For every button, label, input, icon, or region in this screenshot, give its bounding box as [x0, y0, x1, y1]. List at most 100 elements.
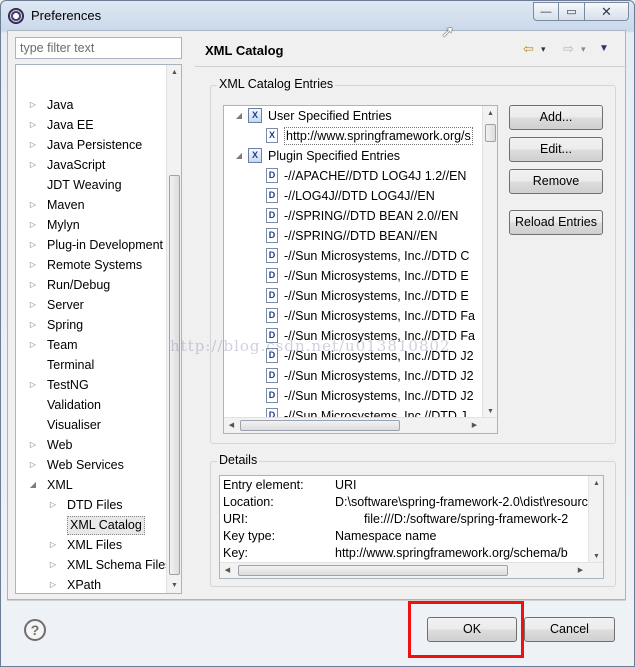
- preference-tree: ▷ Java ▷ Java EE ▷ Java Persistence ▷ JavaScrip…: [15, 64, 182, 594]
- remove-button[interactable]: Remove: [509, 169, 603, 194]
- page-title: XML Catalog: [205, 43, 284, 58]
- title-bar[interactable]: Preferences — ▭ ✕: [1, 1, 634, 31]
- tree-item-label: DTD Files: [67, 498, 123, 512]
- collapsed-arrow-icon[interactable]: ▷: [48, 555, 58, 575]
- details-value: URI: [335, 478, 357, 492]
- dtd-file-icon: D: [266, 248, 278, 263]
- details-value: D:\software\spring-framework-2.0\dist\re…: [335, 495, 602, 509]
- details-value: http://www.springframework.org/schema/b: [335, 546, 568, 560]
- footer-separator: [7, 600, 626, 601]
- help-icon[interactable]: ?: [24, 619, 46, 641]
- collapsed-arrow-icon[interactable]: ▷: [28, 275, 38, 295]
- minimize-button[interactable]: —: [533, 2, 559, 21]
- dtd-file-icon: D: [266, 268, 278, 283]
- close-button[interactable]: ✕: [585, 2, 629, 21]
- catalog-entry-label: http://www.springframework.org/s: [284, 127, 473, 145]
- collapsed-arrow-icon[interactable]: ▷: [28, 455, 38, 475]
- collapsed-arrow-icon[interactable]: ▷: [28, 335, 38, 355]
- catalog-entry-label: -//APACHE//DTD LOG4J 1.2//EN: [284, 169, 467, 183]
- title-separator: [195, 66, 627, 67]
- collapsed-arrow-icon[interactable]: ▷: [48, 535, 58, 555]
- edit-button[interactable]: Edit...: [509, 137, 603, 162]
- tree-item-label: XML Catalog: [67, 516, 145, 535]
- scroll-left-arrow-icon[interactable]: ◀: [220, 563, 235, 578]
- scroll-thumb[interactable]: [238, 565, 508, 576]
- maximize-button[interactable]: ▭: [559, 2, 585, 21]
- dtd-file-icon: D: [266, 168, 278, 183]
- details-key: Location:: [223, 495, 274, 509]
- scroll-up-arrow-icon[interactable]: ▲: [167, 65, 181, 80]
- dtd-file-icon: D: [266, 368, 278, 383]
- back-menu-icon[interactable]: ▾: [541, 41, 546, 57]
- tree-item-label: Plug-in Development: [47, 238, 164, 252]
- add-button[interactable]: Add...: [509, 105, 603, 130]
- tree-item-label: Visualiser: [47, 418, 101, 432]
- tree-item-label: JDT Weaving: [47, 178, 122, 192]
- view-menu-icon[interactable]: ▼: [599, 41, 609, 57]
- collapsed-arrow-icon[interactable]: ▷: [28, 95, 38, 115]
- details-label: Details: [217, 453, 260, 467]
- scroll-thumb[interactable]: [485, 124, 496, 142]
- details-horizontal-scrollbar[interactable]: ◀ ▶: [220, 562, 603, 578]
- collapsed-arrow-icon[interactable]: ▷: [28, 135, 38, 155]
- eclipse-icon: [8, 8, 24, 24]
- catalog-entries-label: XML Catalog Entries: [217, 77, 336, 91]
- forward-menu-icon[interactable]: ▾: [581, 41, 586, 57]
- back-arrow-icon[interactable]: ⇦: [523, 41, 534, 57]
- tree-item-label: Java Persistence: [47, 138, 143, 152]
- collapsed-arrow-icon[interactable]: ▷: [48, 575, 58, 593]
- scroll-thumb[interactable]: [169, 175, 180, 575]
- scroll-left-arrow-icon[interactable]: ◀: [224, 418, 239, 433]
- expanded-arrow-icon[interactable]: ◢: [28, 475, 38, 495]
- details-row: Entry element: URI: [223, 477, 583, 494]
- dtd-file-icon: D: [266, 188, 278, 203]
- tree-item-label: XPath: [67, 578, 102, 592]
- tree-item-label: Mylyn: [47, 218, 80, 232]
- reload-entries-button[interactable]: Reload Entries: [509, 210, 603, 235]
- expanded-arrow-icon[interactable]: ◢: [234, 146, 244, 166]
- scroll-up-arrow-icon[interactable]: ▲: [589, 476, 603, 491]
- collapsed-arrow-icon[interactable]: ▷: [28, 375, 38, 395]
- collapsed-arrow-icon[interactable]: ▷: [48, 495, 58, 515]
- catalog-entry-label: -//LOG4J//DTD LOG4J//EN: [284, 189, 435, 203]
- scroll-right-arrow-icon[interactable]: ▶: [573, 563, 588, 578]
- collapsed-arrow-icon[interactable]: ▷: [28, 195, 38, 215]
- filter-input[interactable]: type filter text: [15, 37, 182, 59]
- cancel-button[interactable]: Cancel: [524, 617, 615, 642]
- scroll-down-arrow-icon[interactable]: ▼: [167, 578, 181, 593]
- scroll-up-arrow-icon[interactable]: ▲: [483, 106, 497, 121]
- collapsed-arrow-icon[interactable]: ▷: [28, 295, 38, 315]
- tree-item-label: Spring: [47, 318, 84, 332]
- catalog-entry-label: Plugin Specified Entries: [268, 149, 401, 163]
- dtd-file-icon: D: [266, 288, 278, 303]
- details-row: URI: file:///D:/software/spring-framework…: [223, 511, 583, 528]
- collapsed-arrow-icon[interactable]: ▷: [28, 155, 38, 175]
- details-value: file:///D:/software/spring-framework-2: [364, 512, 569, 526]
- collapsed-arrow-icon[interactable]: ▷: [28, 115, 38, 135]
- expanded-arrow-icon[interactable]: ◢: [234, 106, 244, 126]
- entries-vertical-scrollbar[interactable]: ▲ ▼: [482, 106, 497, 419]
- details-value: Namespace name: [335, 529, 437, 543]
- collapsed-arrow-icon[interactable]: ▷: [28, 315, 38, 335]
- dtd-file-icon: D: [266, 228, 278, 243]
- collapsed-arrow-icon[interactable]: ▷: [28, 215, 38, 235]
- collapsed-arrow-icon[interactable]: ▷: [28, 235, 38, 255]
- scroll-thumb[interactable]: [240, 420, 400, 431]
- collapsed-arrow-icon[interactable]: ▷: [28, 435, 38, 455]
- tree-item-label: Remote Systems: [47, 258, 143, 272]
- collapsed-arrow-icon[interactable]: ▷: [28, 255, 38, 275]
- entries-horizontal-scrollbar[interactable]: ◀ ▶: [224, 417, 497, 433]
- tree-item-label: Maven: [47, 198, 85, 212]
- details-row: Location: D:\software\spring-framework-2.…: [223, 494, 601, 511]
- tree-item-label: Web: [47, 438, 73, 452]
- tree-item-label: XML Files: [67, 538, 123, 552]
- scroll-right-arrow-icon[interactable]: ▶: [467, 418, 482, 433]
- tree-item-label: JavaScript: [47, 158, 106, 172]
- tree-item-label: Team: [47, 338, 78, 352]
- tree-item-label: TestNG: [47, 378, 89, 392]
- forward-arrow-icon[interactable]: ⇨: [563, 41, 574, 57]
- catalog-entry-label: -//SPRING//DTD BEAN//EN: [284, 229, 438, 243]
- tree-vertical-scrollbar[interactable]: ▲ ▼: [166, 65, 181, 593]
- catalog-entry-label: -//Sun Microsystems, Inc.//DTD E: [284, 289, 469, 303]
- details-vertical-scrollbar[interactable]: ▲ ▼: [588, 476, 603, 564]
